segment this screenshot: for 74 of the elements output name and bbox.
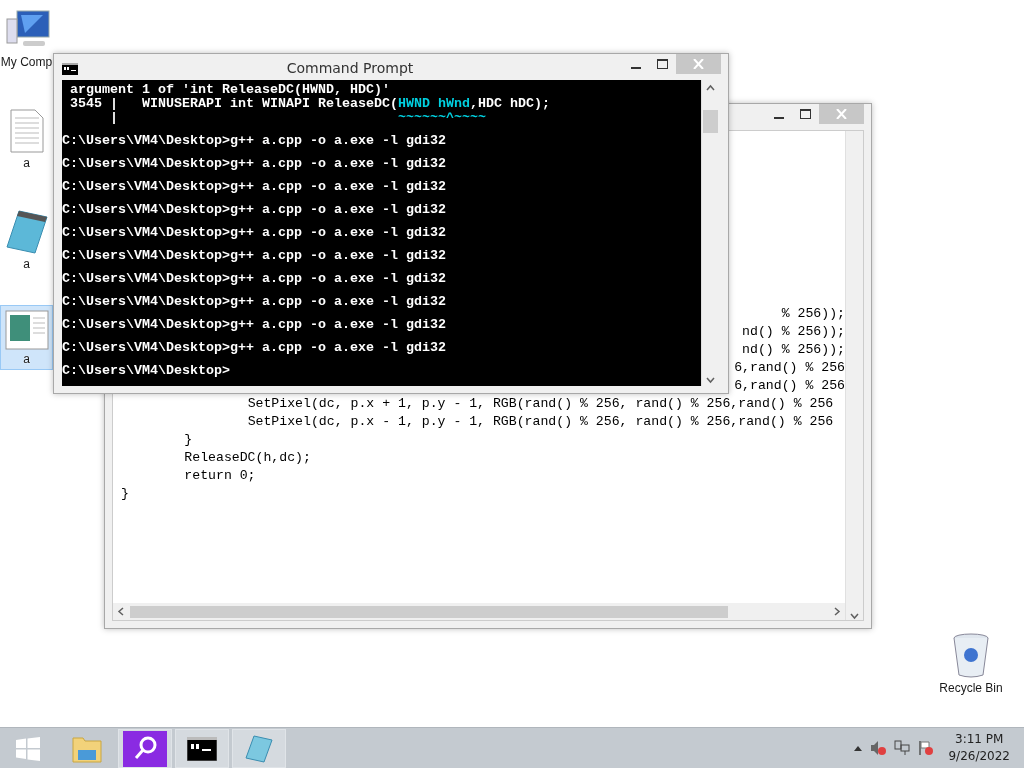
code-line: SetPixel(dc, p.x - 1, p.y - 1, RGB(rand() % 256, rand() % 256,rand() % 256	[246, 413, 834, 431]
console-text: C:\Users\VM4\Desktop>g++ a.cpp -o a.exe -l gdi32	[62, 134, 446, 148]
desktop-icon[interactable]: My Comp	[0, 4, 53, 73]
icon-label: a	[23, 352, 30, 366]
desktop-icon[interactable]: a	[0, 204, 53, 275]
console-text: C:\Users\VM4\Desktop>	[62, 364, 230, 378]
code-line: return 0;	[183, 467, 256, 485]
code-line: ReleaseDC(h,dc);	[183, 449, 311, 467]
code-line: }	[121, 485, 129, 503]
scroll-right-icon[interactable]	[832, 607, 841, 616]
scroll-down-icon[interactable]	[850, 611, 859, 620]
console-text: HWND hWnd	[397, 97, 470, 111]
icon-label: a	[23, 257, 30, 271]
code-line: 6,rand() % 256	[734, 359, 845, 377]
code-line: nd() % 256));	[742, 323, 845, 341]
desktop-icon[interactable]: a	[0, 103, 53, 174]
recycle-bin-icon	[952, 633, 990, 679]
notepad-icon	[244, 733, 274, 764]
console-text: C:\Users\VM4\Desktop>g++ a.cpp -o a.exe -l gdi32	[62, 272, 446, 286]
flag-icon	[918, 740, 935, 756]
notepad-icon	[4, 209, 49, 255]
taskbar-button[interactable]	[118, 729, 172, 768]
tray-button[interactable]	[894, 740, 911, 756]
code-line: % 256));	[781, 305, 845, 323]
maximize-icon	[657, 59, 668, 69]
console-text: C:\Users\VM4\Desktop>g++ a.cpp -o a.exe -l gdi32	[62, 249, 446, 263]
network-icon	[894, 740, 911, 756]
close-icon	[836, 109, 847, 119]
taskbar-button[interactable]	[175, 729, 229, 768]
clock[interactable]: 3:11 PM 9/26/2022	[942, 731, 1010, 765]
tray-button[interactable]	[918, 740, 935, 756]
document-icon	[8, 108, 45, 154]
command-prompt-icon	[187, 736, 217, 761]
code-line: }	[183, 431, 193, 449]
scroll-down-icon[interactable]	[706, 375, 715, 384]
icon-label: a	[23, 156, 30, 170]
vertical-scrollbar[interactable]	[845, 131, 863, 620]
window-title: Command Prompt	[285, 60, 415, 76]
console-text: C:\Users\VM4\Desktop>g++ a.cpp -o a.exe -l gdi32	[62, 226, 446, 240]
console-text: C:\Users\VM4\Desktop>g++ a.cpp -o a.exe -l gdi32	[62, 341, 446, 355]
horizontal-scrollbar[interactable]	[113, 603, 845, 620]
scroll-left-icon[interactable]	[117, 607, 126, 616]
desktop-icon[interactable]: Recycle Bin	[932, 628, 1010, 699]
console-text: C:\Users\VM4\Desktop>g++ a.cpp -o a.exe -l gdi32	[62, 203, 446, 217]
console-text: C:\Users\VM4\Desktop>g++ a.cpp -o a.exe -l gdi32	[62, 157, 446, 171]
tray-button[interactable]	[870, 740, 887, 756]
close-icon	[693, 59, 704, 69]
console-text: C:\Users\VM4\Desktop>g++ a.cpp -o a.exe -l gdi32	[62, 318, 446, 332]
console-text: |	[109, 111, 118, 125]
minimize-icon	[630, 66, 641, 69]
windows-logo-icon	[16, 736, 40, 761]
search-icon	[123, 730, 167, 767]
icon-label: My Comp	[1, 55, 52, 69]
speaker-muted-icon	[870, 740, 887, 756]
maximize-icon	[800, 109, 811, 119]
console-text: C:\Users\VM4\Desktop>g++ a.cpp -o a.exe -l gdi32	[62, 295, 446, 309]
scrollbar-thumb[interactable]	[130, 605, 728, 618]
scrollbar-thumb[interactable]	[703, 109, 718, 133]
console-text: C:\Users\VM4\Desktop>g++ a.cpp -o a.exe -l gdi32	[62, 180, 446, 194]
icon-label: Recycle Bin	[939, 681, 1003, 695]
minimize-icon	[773, 116, 784, 119]
code-line: nd() % 256));	[742, 341, 845, 359]
scroll-up-icon[interactable]	[706, 84, 715, 93]
console-text: argument 1 of 'int ReleaseDC(HWND, HDC)'	[69, 83, 390, 97]
console-text: ~~~~~~^~~~~	[396, 111, 486, 125]
up-arrow-icon	[854, 745, 863, 751]
desktop-icon[interactable]: a	[0, 305, 53, 370]
picture-file-icon	[4, 310, 49, 350]
command-prompt-icon	[62, 63, 78, 75]
console-text: 3545 | WINUSERAPI int WINAPI ReleaseDC(	[69, 97, 398, 111]
tray-button[interactable]	[854, 745, 863, 751]
console-text: ,HDC hDC);	[469, 97, 550, 111]
code-line: SetPixel(dc, p.x + 1, p.y - 1, RGB(rand() % 256, rand() % 256,rand() % 256	[246, 395, 834, 413]
code-line: 6,rand() % 256	[734, 377, 845, 395]
